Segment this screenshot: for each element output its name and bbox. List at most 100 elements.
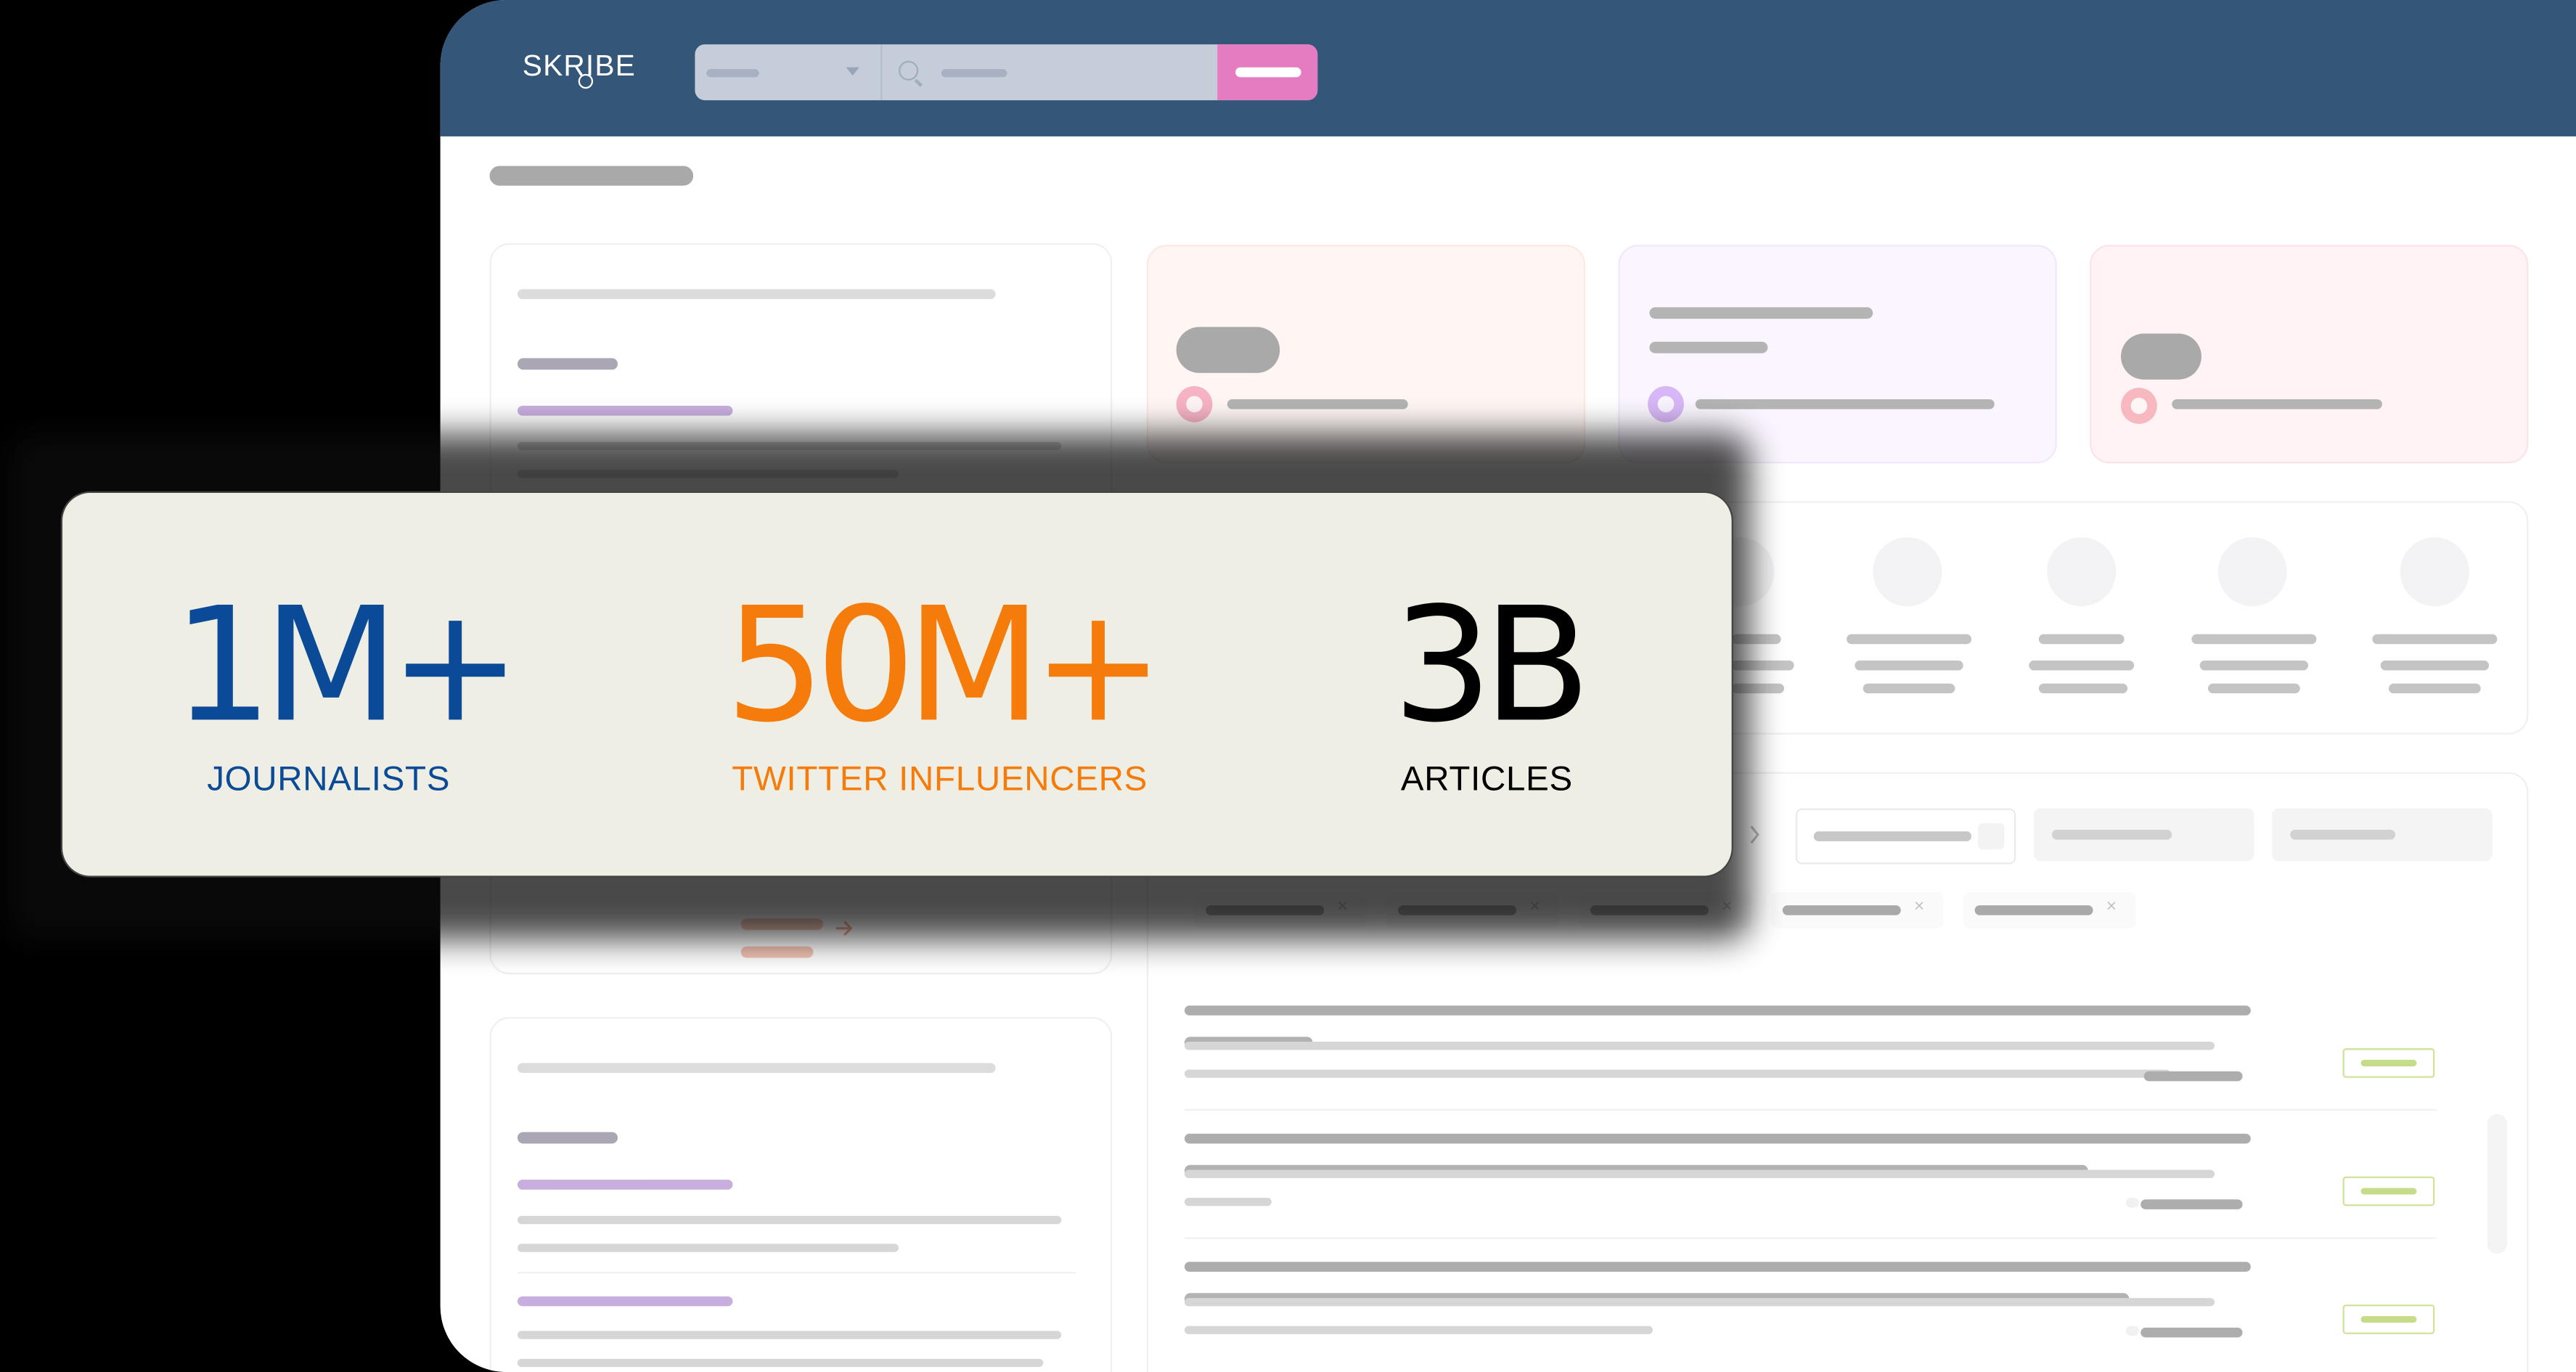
scrollbar[interactable] (2487, 1114, 2507, 1254)
stat-articles: 3B ARTICLES (1380, 584, 1593, 801)
chevron-right-icon[interactable] (1748, 825, 1761, 844)
placeholder-line (2140, 1327, 2243, 1338)
placeholder-line (1184, 1326, 1653, 1334)
placeholder-link[interactable] (517, 1180, 733, 1190)
placeholder-line (1184, 1133, 2251, 1144)
close-icon[interactable]: × (1914, 897, 1925, 917)
placeholder-line (2051, 830, 2172, 840)
search-bar (695, 44, 1318, 101)
filter-select[interactable] (2272, 808, 2493, 862)
outlet-avatar[interactable] (2047, 537, 2117, 607)
placeholder-line (1227, 399, 1408, 409)
chevron-down-icon (846, 67, 859, 76)
filter-toggle (1978, 822, 2005, 850)
placeholder-link[interactable] (517, 1296, 733, 1307)
placeholder-line (1184, 1005, 2251, 1016)
placeholder-line (517, 358, 618, 370)
outlet-avatar[interactable] (1873, 537, 1942, 607)
divider (517, 1271, 1076, 1274)
clock-icon (1648, 385, 1684, 422)
placeholder-line (706, 69, 759, 78)
stat-card-campaigns[interactable] (2090, 245, 2529, 464)
left-card-bottom (489, 1017, 1113, 1372)
search-category-select[interactable] (695, 44, 883, 101)
placeholder-line (517, 1331, 1062, 1339)
filter-select[interactable] (1795, 808, 2016, 865)
placeholder-line (2143, 1071, 2243, 1082)
logo[interactable]: SKRIBE (523, 49, 636, 89)
placeholder-line (1649, 341, 1768, 354)
placeholder-line (517, 1358, 1044, 1368)
filter-select[interactable] (2034, 808, 2254, 862)
user-icon (1176, 385, 1213, 422)
status-badge (2342, 1176, 2435, 1206)
placeholder-line (2038, 634, 2125, 645)
placeholder-line (1184, 1069, 2170, 1078)
stat-label: JOURNALISTS (207, 760, 451, 799)
placeholder-line (2029, 660, 2135, 671)
stat-journalists: 1M+ JOURNALISTS (172, 573, 522, 801)
placeholder-line (2208, 683, 2300, 694)
placeholder-line (1184, 1198, 1272, 1206)
placeholder-line (1813, 831, 1972, 841)
stat-value: 3B (1392, 573, 1591, 758)
divider (1184, 1237, 2437, 1239)
search-button[interactable] (1217, 44, 1318, 101)
placeholder-line (2372, 634, 2498, 645)
placeholder-line (2191, 634, 2317, 645)
placeholder-link[interactable] (740, 946, 814, 958)
placeholder-line (2380, 660, 2490, 671)
placeholder-value (2121, 333, 2201, 380)
placeholder-line (517, 289, 996, 299)
placeholder-line (2038, 683, 2128, 694)
placeholder-dot (2125, 1198, 2139, 1208)
stats-banner: 1M+ JOURNALISTS 50M+ TWITTER INFLUENCERS… (60, 491, 1733, 878)
outlet-avatar[interactable] (2400, 537, 2469, 607)
status-badge (2342, 1304, 2435, 1334)
filter-chip[interactable]: × (1963, 892, 2136, 928)
filter-chip[interactable]: × (1770, 892, 1944, 928)
placeholder-line (2199, 660, 2309, 671)
stage: SKRIBE × × 1M+ JOURNALISTS 50M+ TWITTER … (0, 0, 2576, 1372)
logo-mark (578, 73, 594, 89)
placeholder-line (517, 1063, 996, 1074)
stat-card-contacts[interactable] (1146, 245, 1586, 464)
placeholder-line (1782, 905, 1901, 915)
placeholder-line (1184, 1041, 2215, 1050)
stat-value: 1M+ (172, 573, 522, 758)
placeholder-line (1649, 307, 1873, 319)
divider (1184, 1108, 2437, 1111)
page-title (489, 166, 694, 186)
placeholder-line (1184, 1262, 2251, 1272)
placeholder-line (517, 1132, 618, 1144)
search-button-label (1235, 67, 1301, 78)
placeholder-link[interactable] (517, 406, 733, 416)
placeholder-line (1855, 660, 1963, 671)
close-icon[interactable]: × (2106, 897, 2117, 917)
stat-card-activity[interactable] (1618, 245, 2057, 464)
search-icon (899, 60, 919, 81)
search-input[interactable] (941, 69, 1007, 78)
placeholder-line (2140, 1199, 2243, 1209)
placeholder-line (2290, 830, 2396, 840)
stat-value: 50M+ (724, 573, 1164, 758)
placeholder-line (2172, 399, 2382, 409)
placeholder-line (1974, 905, 2093, 915)
outlet-avatar[interactable] (2217, 537, 2287, 607)
placeholder-value (1176, 327, 1280, 373)
placeholder-line (1863, 683, 1955, 694)
stat-label: TWITTER INFLUENCERS (732, 760, 1148, 799)
placeholder-line (1847, 634, 1972, 645)
stat-label: ARTICLES (1400, 760, 1573, 799)
app-header: SKRIBE (440, 0, 2576, 136)
placeholder-line (517, 1244, 899, 1252)
placeholder-line (1695, 399, 1995, 409)
megaphone-icon (2121, 388, 2157, 424)
placeholder-line (1184, 1298, 2215, 1307)
placeholder-line (1184, 1169, 2215, 1178)
stat-twitter-influencers: 50M+ TWITTER INFLUENCERS (713, 584, 1166, 801)
placeholder-dot (2125, 1326, 2139, 1336)
placeholder-line (2388, 683, 2481, 694)
placeholder-line (517, 1215, 1062, 1225)
status-badge (2342, 1048, 2435, 1078)
